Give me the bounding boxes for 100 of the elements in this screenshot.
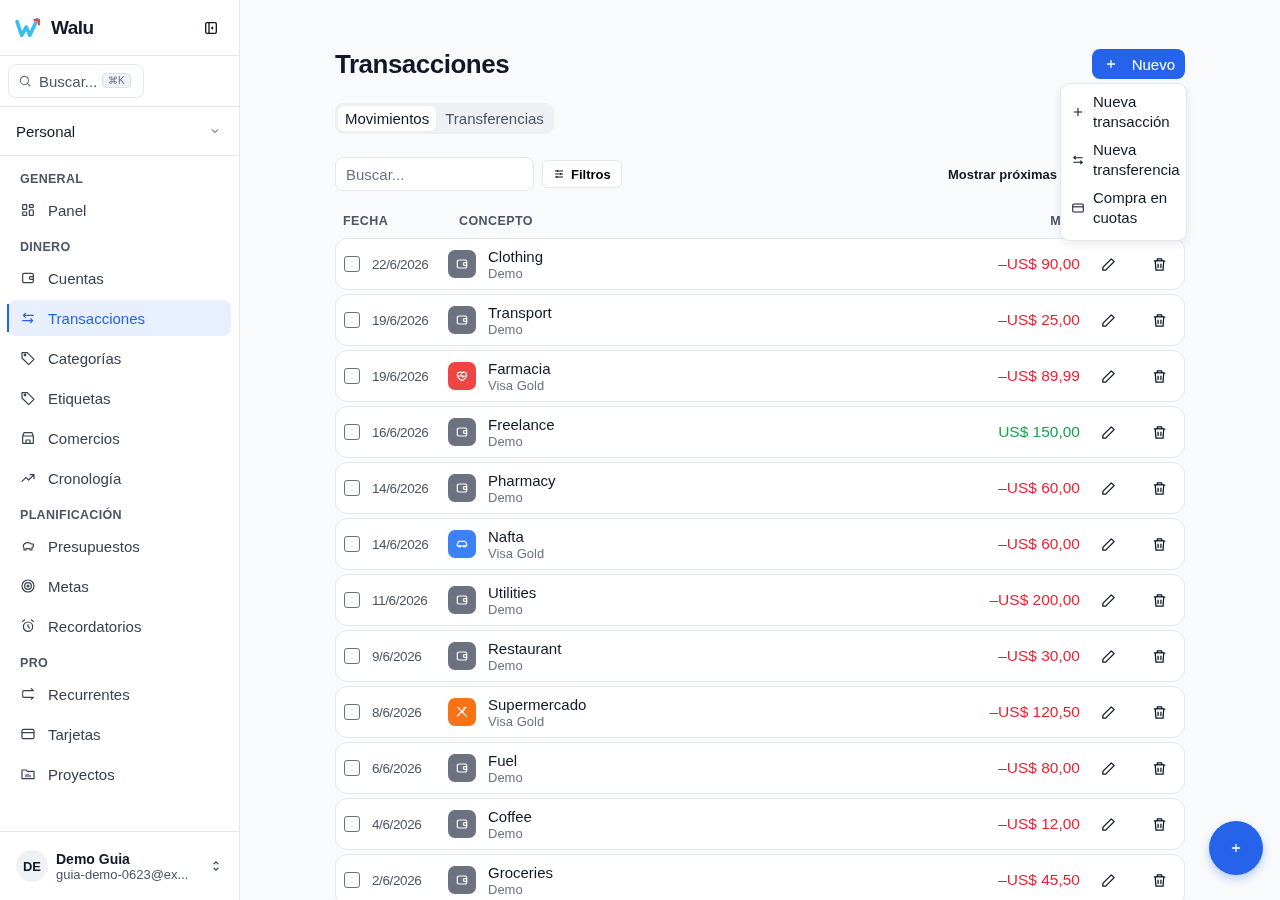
transaction-row[interactable]: 8/6/2026 Supermercado Visa Gold –US$ 120,50 <box>335 686 1185 738</box>
row-checkbox[interactable] <box>344 648 360 664</box>
edit-icon[interactable] <box>1100 423 1117 441</box>
nav-item[interactable]: Cuentas <box>8 260 231 296</box>
edit-icon[interactable] <box>1100 535 1117 553</box>
concept-text: Pharmacy <box>488 471 557 490</box>
row-checkbox[interactable] <box>344 704 360 720</box>
logo-icon <box>15 17 41 38</box>
date-text: 14/6/2026 <box>372 536 430 552</box>
menu-item[interactable]: Nueva transferencia <box>1061 138 1186 182</box>
transaction-row[interactable]: 6/6/2026 Fuel Demo –US$ 80,00 <box>335 742 1185 794</box>
search-field[interactable]: Buscar... <box>335 157 534 191</box>
nav-item[interactable]: Presupuestos <box>8 528 231 564</box>
transaction-row[interactable]: 14/6/2026 Pharmacy Demo –US$ 60,00 <box>335 462 1185 514</box>
date-text: 8/6/2026 <box>372 704 423 720</box>
menu-item[interactable]: Compra en cuotas <box>1061 186 1186 230</box>
row-checkbox[interactable] <box>344 816 360 832</box>
delete-icon[interactable] <box>1151 759 1168 777</box>
account-text: Demo <box>488 321 524 337</box>
alarm-clock-icon <box>20 618 36 634</box>
nav-item[interactable]: Cronología <box>8 460 231 496</box>
nav-item[interactable]: Recurrentes <box>8 676 231 712</box>
menu-item[interactable]: Nueva transacción <box>1061 90 1186 134</box>
date-text: 16/6/2026 <box>372 424 430 440</box>
row-checkbox[interactable] <box>344 480 360 496</box>
delete-icon[interactable] <box>1151 647 1168 665</box>
row-checkbox[interactable] <box>344 872 360 888</box>
amount-text: –US$ 120,50 <box>989 703 1080 721</box>
transaction-row[interactable]: 2/6/2026 Groceries Demo –US$ 45,50 <box>335 854 1185 900</box>
shortcut-hint: ⌘K <box>102 73 131 88</box>
transaction-row[interactable]: 4/6/2026 Coffee Demo –US$ 12,00 <box>335 798 1185 850</box>
row-checkbox[interactable] <box>344 312 360 328</box>
nav-item[interactable]: Tarjetas <box>8 716 231 752</box>
edit-icon[interactable] <box>1100 479 1117 497</box>
transaction-row[interactable]: 16/6/2026 Freelance Demo US$ 150,00 <box>335 406 1185 458</box>
delete-icon[interactable] <box>1151 703 1168 721</box>
row-checkbox[interactable] <box>344 592 360 608</box>
account-text: Demo <box>488 433 524 449</box>
delete-icon[interactable] <box>1151 535 1168 553</box>
edit-icon[interactable] <box>1100 255 1117 273</box>
tab[interactable]: Movimientos <box>338 106 437 131</box>
workspace-select[interactable]: Personal <box>0 107 239 156</box>
row-checkbox[interactable] <box>344 256 360 272</box>
delete-icon[interactable] <box>1151 423 1168 441</box>
account-text: Visa Gold <box>488 713 546 729</box>
edit-icon[interactable] <box>1100 591 1117 609</box>
edit-icon[interactable] <box>1100 759 1117 777</box>
delete-icon[interactable] <box>1151 479 1168 497</box>
nav-item[interactable]: Recordatorios <box>8 608 231 644</box>
edit-icon[interactable] <box>1100 647 1117 665</box>
delete-icon[interactable] <box>1151 815 1168 833</box>
row-checkbox[interactable] <box>344 424 360 440</box>
nav-item[interactable]: Metas <box>8 568 231 604</box>
row-checkbox[interactable] <box>344 368 360 384</box>
edit-icon[interactable] <box>1100 703 1117 721</box>
delete-icon[interactable] <box>1151 255 1168 273</box>
tab[interactable]: Transferencias <box>438 106 551 131</box>
tag-icon <box>20 350 36 366</box>
date-text: 19/6/2026 <box>372 368 430 384</box>
delete-icon[interactable] <box>1151 871 1168 889</box>
edit-icon[interactable] <box>1100 311 1117 329</box>
edit-icon[interactable] <box>1100 367 1117 385</box>
amount-text: –US$ 89,99 <box>998 367 1080 385</box>
nav-item[interactable]: Panel <box>8 192 231 228</box>
delete-icon[interactable] <box>1151 367 1168 385</box>
new-button[interactable]: Nuevo <box>1091 49 1185 79</box>
delete-icon[interactable] <box>1151 311 1168 329</box>
edit-icon[interactable] <box>1100 815 1117 833</box>
concept-text: Transport <box>488 303 553 322</box>
row-checkbox[interactable] <box>344 536 360 552</box>
account-text: Demo <box>488 489 524 505</box>
edit-icon[interactable] <box>1100 871 1117 889</box>
nav-item[interactable]: Proyectos <box>8 756 231 792</box>
plus-icon <box>1229 841 1243 855</box>
date-text: 2/6/2026 <box>372 872 423 888</box>
transaction-row[interactable]: 19/6/2026 Transport Demo –US$ 25,00 <box>335 294 1185 346</box>
delete-icon[interactable] <box>1151 591 1168 609</box>
date-text: 4/6/2026 <box>372 816 423 832</box>
page-title: Transacciones <box>335 48 510 80</box>
filters-button[interactable]: Filtros <box>542 160 622 188</box>
nav-item[interactable]: Comercios <box>8 420 231 456</box>
transaction-row[interactable]: 14/6/2026 Nafta Visa Gold –US$ 60,00 <box>335 518 1185 570</box>
column-header: M <box>1050 214 1061 228</box>
transaction-row[interactable]: 11/6/2026 Utilities Demo –US$ 200,00 <box>335 574 1185 626</box>
transaction-row[interactable]: 22/6/2026 Clothing Demo –US$ 90,00 <box>335 238 1185 290</box>
nav-item[interactable]: Transacciones <box>8 300 231 336</box>
account-text: Demo <box>488 769 524 785</box>
date-text: 11/6/2026 <box>372 592 429 608</box>
transaction-row[interactable]: 19/6/2026 Farmacia Visa Gold –US$ 89,99 <box>335 350 1185 402</box>
row-checkbox[interactable] <box>344 760 360 776</box>
amount-text: –US$ 60,00 <box>998 479 1080 497</box>
section-heading: PLANIFICACIÓN <box>19 506 123 524</box>
amount-text: –US$ 30,00 <box>998 647 1080 665</box>
concept-text: Freelance <box>488 415 556 434</box>
add-button[interactable] <box>1209 821 1263 875</box>
nav-item[interactable]: Categorías <box>8 340 231 376</box>
sidebar-toggle-icon[interactable] <box>203 19 219 36</box>
transaction-row[interactable]: 9/6/2026 Restaurant Demo –US$ 30,00 <box>335 630 1185 682</box>
section-heading: PRO <box>19 655 49 672</box>
nav-item[interactable]: Etiquetas <box>8 380 231 416</box>
